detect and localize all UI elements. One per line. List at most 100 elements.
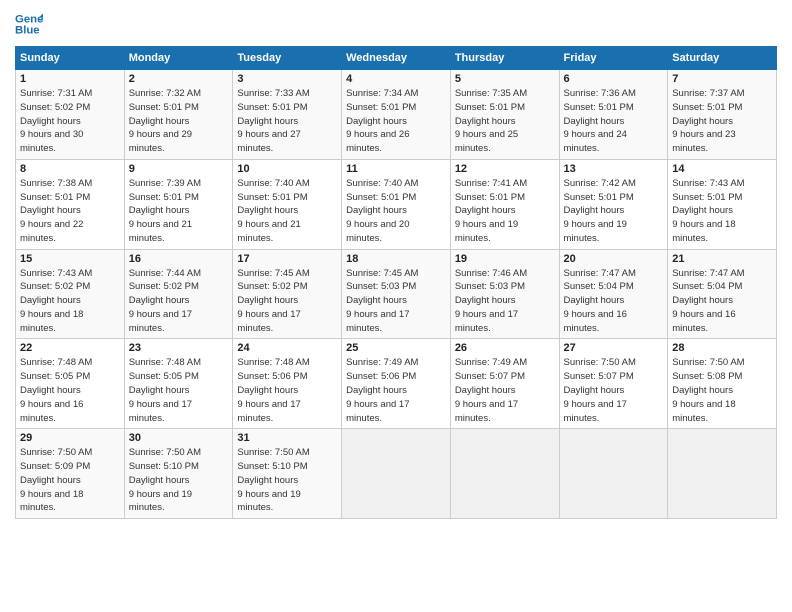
- daylight-label: Daylight hours: [346, 205, 407, 216]
- daylight-label: Daylight hours: [129, 475, 190, 486]
- day-info: Sunrise: 7:48 AM Sunset: 5:05 PM Dayligh…: [129, 356, 229, 425]
- daylight-duration: 9 hours and 19 minutes.: [129, 489, 192, 514]
- daylight-label: Daylight hours: [672, 116, 733, 127]
- day-number: 17: [237, 253, 337, 265]
- calendar-cell: 1 Sunrise: 7:31 AM Sunset: 5:02 PM Dayli…: [16, 70, 125, 160]
- sunrise-label: Sunrise: 7:41 AM: [455, 178, 527, 189]
- calendar-body: 1 Sunrise: 7:31 AM Sunset: 5:02 PM Dayli…: [16, 70, 777, 519]
- sunrise-label: Sunrise: 7:40 AM: [237, 178, 309, 189]
- daylight-label: Daylight hours: [564, 295, 625, 306]
- calendar-cell: 11 Sunrise: 7:40 AM Sunset: 5:01 PM Dayl…: [342, 159, 451, 249]
- sunrise-label: Sunrise: 7:38 AM: [20, 178, 92, 189]
- calendar-week-row: 22 Sunrise: 7:48 AM Sunset: 5:05 PM Dayl…: [16, 339, 777, 429]
- calendar-cell: 20 Sunrise: 7:47 AM Sunset: 5:04 PM Dayl…: [559, 249, 668, 339]
- calendar-cell: 10 Sunrise: 7:40 AM Sunset: 5:01 PM Dayl…: [233, 159, 342, 249]
- daylight-duration: 9 hours and 17 minutes.: [455, 399, 518, 424]
- daylight-duration: 9 hours and 29 minutes.: [129, 129, 192, 154]
- day-info: Sunrise: 7:43 AM Sunset: 5:02 PM Dayligh…: [20, 267, 120, 336]
- day-number: 19: [455, 253, 555, 265]
- day-number: 5: [455, 73, 555, 85]
- calendar-cell: 12 Sunrise: 7:41 AM Sunset: 5:01 PM Dayl…: [450, 159, 559, 249]
- calendar-cell: 30 Sunrise: 7:50 AM Sunset: 5:10 PM Dayl…: [124, 429, 233, 519]
- sunrise-label: Sunrise: 7:43 AM: [20, 268, 92, 279]
- sunrise-label: Sunrise: 7:47 AM: [672, 268, 744, 279]
- daylight-duration: 9 hours and 25 minutes.: [455, 129, 518, 154]
- calendar-cell: [450, 429, 559, 519]
- day-number: 13: [564, 163, 664, 175]
- calendar-week-row: 15 Sunrise: 7:43 AM Sunset: 5:02 PM Dayl…: [16, 249, 777, 339]
- calendar-cell: 14 Sunrise: 7:43 AM Sunset: 5:01 PM Dayl…: [668, 159, 777, 249]
- calendar-cell: [559, 429, 668, 519]
- sunrise-label: Sunrise: 7:45 AM: [346, 268, 418, 279]
- day-info: Sunrise: 7:33 AM Sunset: 5:01 PM Dayligh…: [237, 87, 337, 156]
- sunset-label: Sunset: 5:01 PM: [455, 102, 525, 113]
- daylight-label: Daylight hours: [237, 116, 298, 127]
- sunset-label: Sunset: 5:03 PM: [346, 281, 416, 292]
- weekday-header: Monday: [124, 47, 233, 70]
- daylight-label: Daylight hours: [20, 205, 81, 216]
- sunset-label: Sunset: 5:01 PM: [564, 102, 634, 113]
- calendar-cell: 25 Sunrise: 7:49 AM Sunset: 5:06 PM Dayl…: [342, 339, 451, 429]
- sunset-label: Sunset: 5:07 PM: [564, 371, 634, 382]
- sunset-label: Sunset: 5:01 PM: [237, 192, 307, 203]
- sunrise-label: Sunrise: 7:47 AM: [564, 268, 636, 279]
- daylight-duration: 9 hours and 16 minutes.: [672, 309, 735, 334]
- daylight-label: Daylight hours: [672, 385, 733, 396]
- sunset-label: Sunset: 5:01 PM: [129, 192, 199, 203]
- daylight-duration: 9 hours and 16 minutes.: [20, 399, 83, 424]
- day-number: 20: [564, 253, 664, 265]
- day-number: 30: [129, 432, 229, 444]
- sunrise-label: Sunrise: 7:32 AM: [129, 88, 201, 99]
- day-number: 31: [237, 432, 337, 444]
- calendar-cell: 7 Sunrise: 7:37 AM Sunset: 5:01 PM Dayli…: [668, 70, 777, 160]
- day-number: 14: [672, 163, 772, 175]
- calendar-cell: 6 Sunrise: 7:36 AM Sunset: 5:01 PM Dayli…: [559, 70, 668, 160]
- daylight-label: Daylight hours: [455, 116, 516, 127]
- daylight-duration: 9 hours and 21 minutes.: [237, 219, 300, 244]
- daylight-label: Daylight hours: [237, 475, 298, 486]
- daylight-label: Daylight hours: [346, 385, 407, 396]
- day-number: 10: [237, 163, 337, 175]
- sunset-label: Sunset: 5:01 PM: [20, 192, 90, 203]
- calendar-cell: 27 Sunrise: 7:50 AM Sunset: 5:07 PM Dayl…: [559, 339, 668, 429]
- daylight-duration: 9 hours and 17 minutes.: [564, 399, 627, 424]
- daylight-duration: 9 hours and 19 minutes.: [455, 219, 518, 244]
- calendar-cell: 8 Sunrise: 7:38 AM Sunset: 5:01 PM Dayli…: [16, 159, 125, 249]
- calendar-cell: [342, 429, 451, 519]
- sunset-label: Sunset: 5:01 PM: [564, 192, 634, 203]
- daylight-label: Daylight hours: [346, 116, 407, 127]
- weekday-header: Sunday: [16, 47, 125, 70]
- daylight-duration: 9 hours and 17 minutes.: [237, 399, 300, 424]
- calendar-cell: 13 Sunrise: 7:42 AM Sunset: 5:01 PM Dayl…: [559, 159, 668, 249]
- daylight-duration: 9 hours and 17 minutes.: [237, 309, 300, 334]
- sunset-label: Sunset: 5:01 PM: [672, 102, 742, 113]
- calendar-cell: 4 Sunrise: 7:34 AM Sunset: 5:01 PM Dayli…: [342, 70, 451, 160]
- sunset-label: Sunset: 5:09 PM: [20, 461, 90, 472]
- sunrise-label: Sunrise: 7:48 AM: [129, 357, 201, 368]
- sunset-label: Sunset: 5:04 PM: [672, 281, 742, 292]
- day-info: Sunrise: 7:50 AM Sunset: 5:08 PM Dayligh…: [672, 356, 772, 425]
- day-number: 6: [564, 73, 664, 85]
- daylight-label: Daylight hours: [564, 205, 625, 216]
- svg-text:Blue: Blue: [15, 25, 40, 37]
- calendar-week-row: 8 Sunrise: 7:38 AM Sunset: 5:01 PM Dayli…: [16, 159, 777, 249]
- daylight-duration: 9 hours and 17 minutes.: [129, 399, 192, 424]
- day-info: Sunrise: 7:45 AM Sunset: 5:02 PM Dayligh…: [237, 267, 337, 336]
- sunset-label: Sunset: 5:02 PM: [20, 102, 90, 113]
- day-info: Sunrise: 7:47 AM Sunset: 5:04 PM Dayligh…: [672, 267, 772, 336]
- calendar-cell: [668, 429, 777, 519]
- sunrise-label: Sunrise: 7:50 AM: [129, 447, 201, 458]
- sunset-label: Sunset: 5:02 PM: [129, 281, 199, 292]
- logo: General Blue: [15, 10, 47, 38]
- calendar-cell: 21 Sunrise: 7:47 AM Sunset: 5:04 PM Dayl…: [668, 249, 777, 339]
- day-number: 3: [237, 73, 337, 85]
- calendar-week-row: 1 Sunrise: 7:31 AM Sunset: 5:02 PM Dayli…: [16, 70, 777, 160]
- day-number: 7: [672, 73, 772, 85]
- weekday-header: Tuesday: [233, 47, 342, 70]
- day-number: 22: [20, 342, 120, 354]
- daylight-duration: 9 hours and 16 minutes.: [564, 309, 627, 334]
- calendar-cell: 26 Sunrise: 7:49 AM Sunset: 5:07 PM Dayl…: [450, 339, 559, 429]
- day-number: 29: [20, 432, 120, 444]
- daylight-label: Daylight hours: [129, 295, 190, 306]
- calendar-cell: 17 Sunrise: 7:45 AM Sunset: 5:02 PM Dayl…: [233, 249, 342, 339]
